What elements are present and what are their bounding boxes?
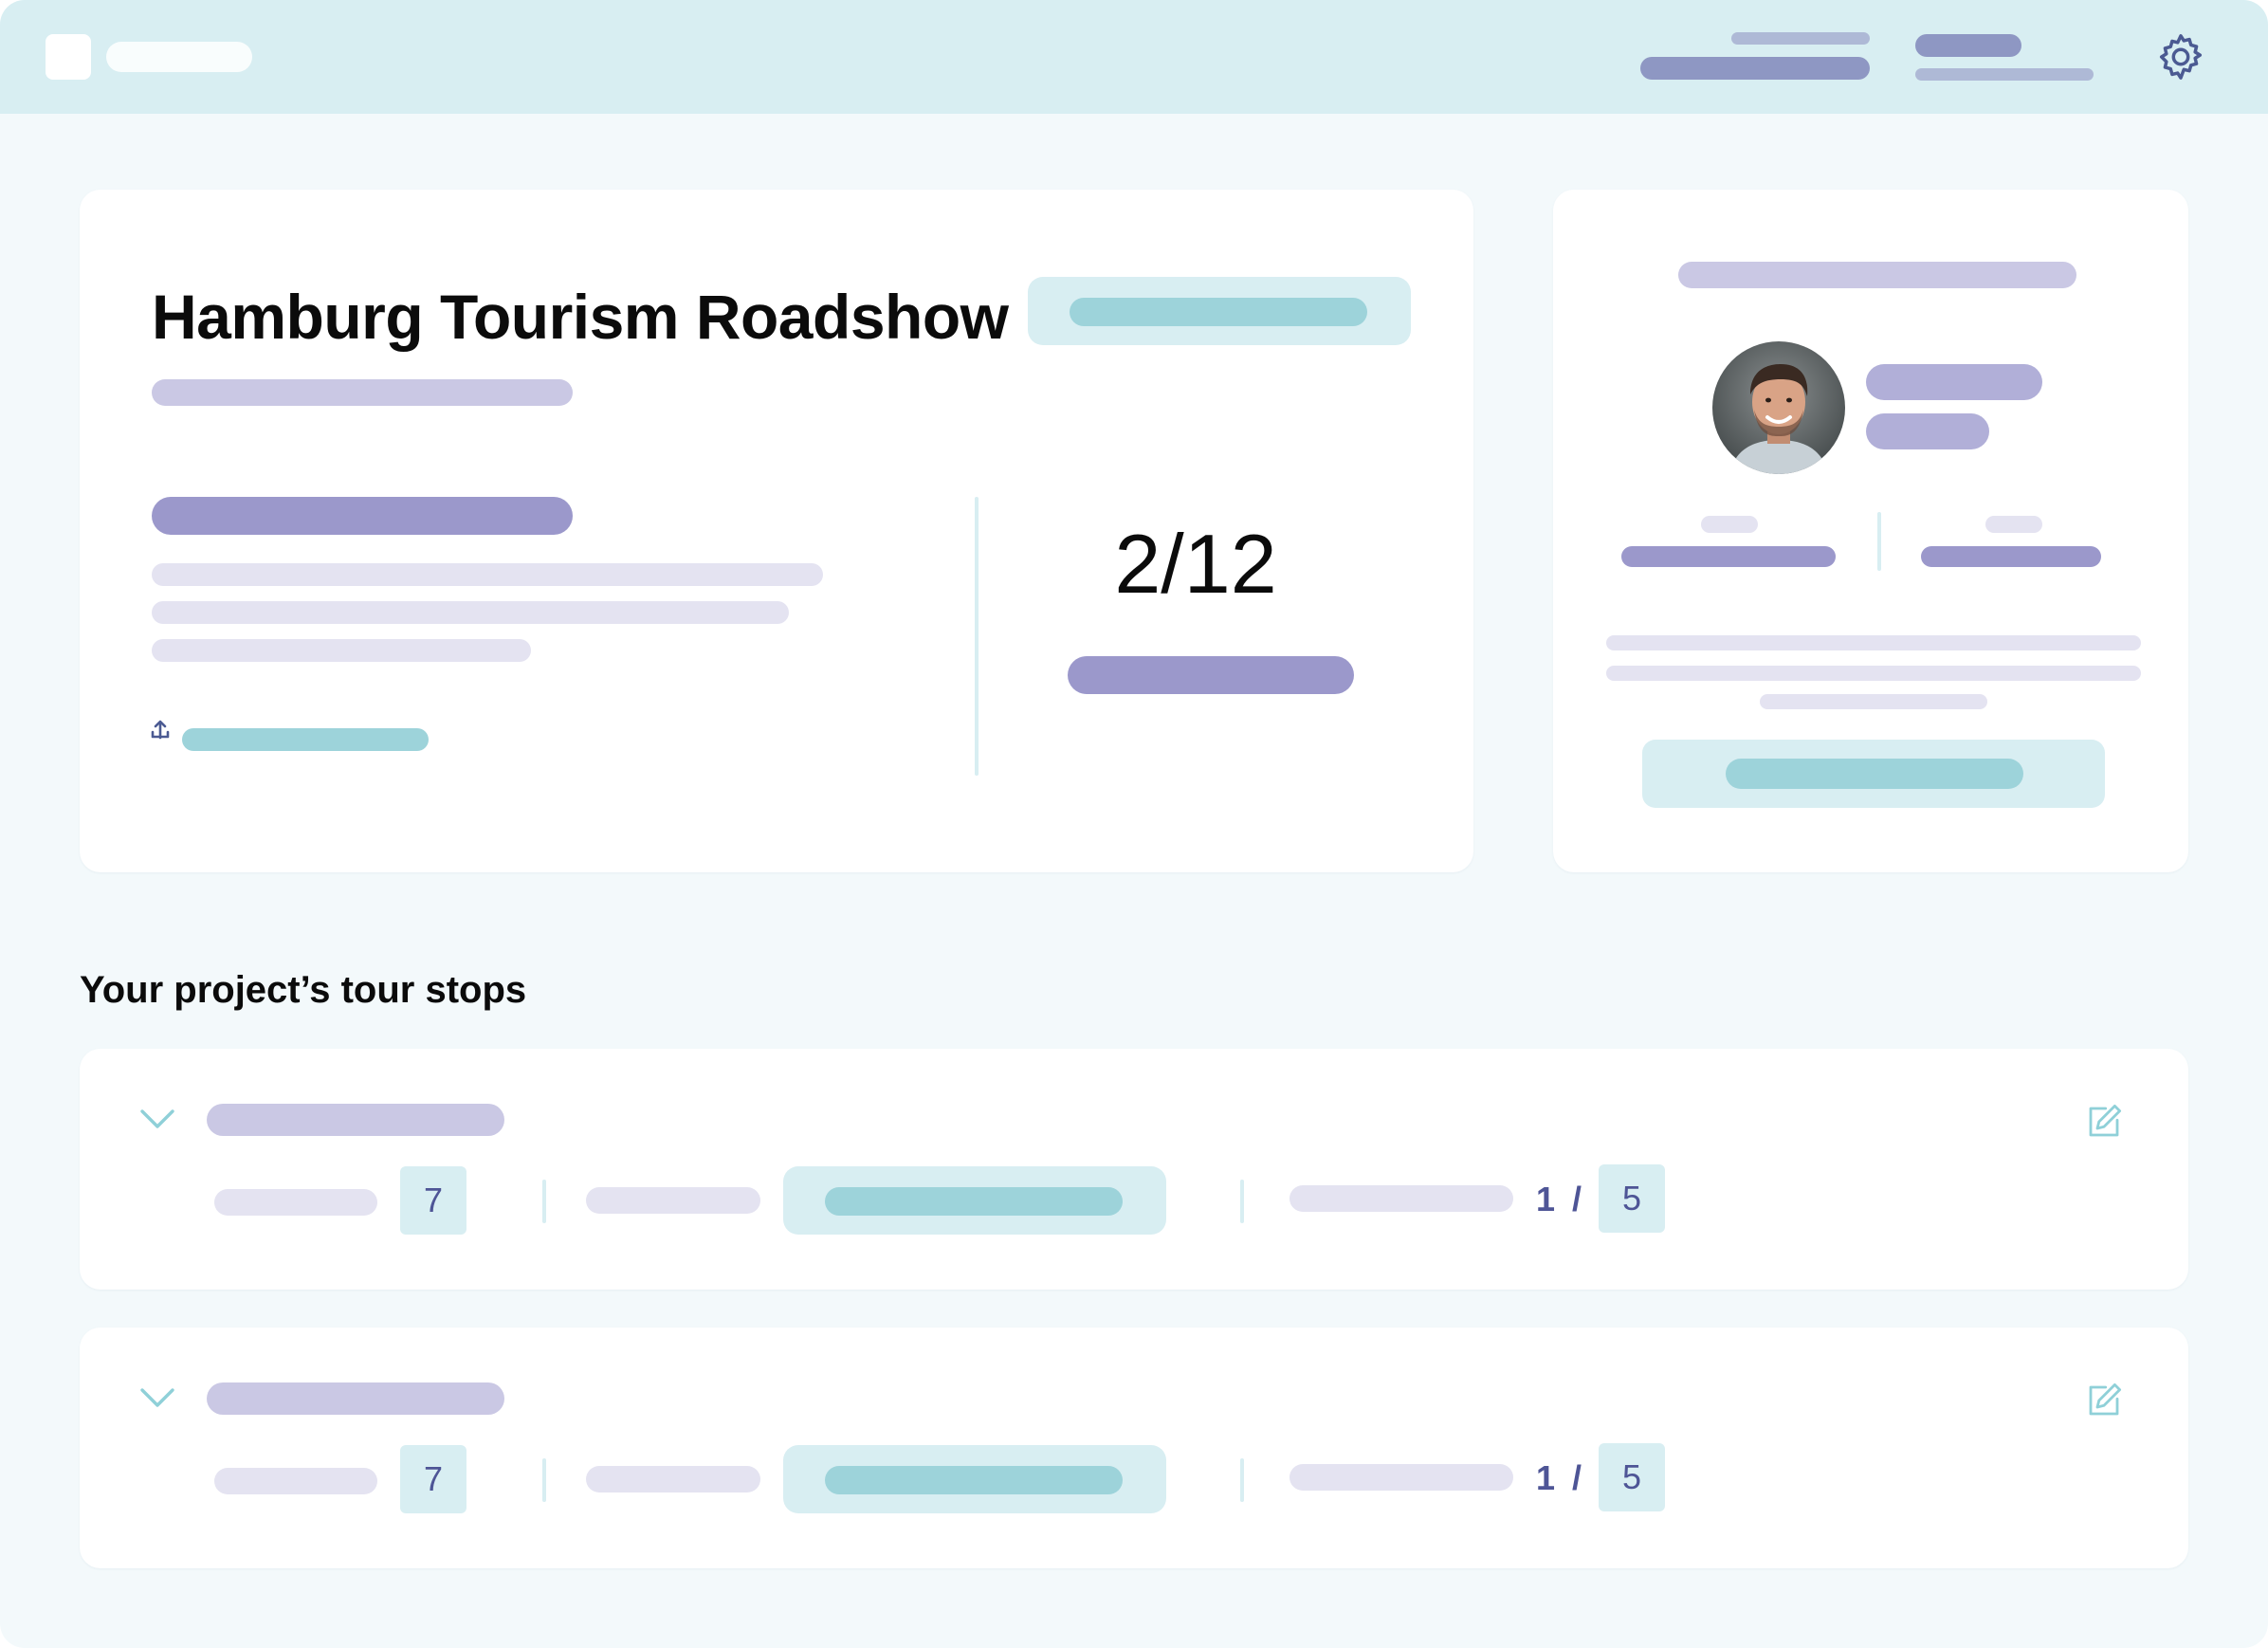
project-title: Hamburg Tourism Roadshow (152, 282, 1009, 352)
stop-count-label (214, 1468, 377, 1494)
contact-button[interactable] (1642, 740, 2105, 808)
status-badge-label (1070, 298, 1367, 326)
tour-stops-heading: Your project’s tour stops (80, 969, 527, 1011)
stat-1-value (1621, 546, 1836, 567)
stop-divider-1 (542, 1180, 546, 1223)
tour-stop-title-placeholder (207, 1382, 504, 1415)
section-heading-placeholder (152, 497, 573, 535)
stop-status-badge-label (825, 1187, 1123, 1216)
stop-status-label (586, 1466, 760, 1492)
app-name-placeholder (106, 42, 252, 72)
tour-stop-row: 7 1 / 5 (80, 1049, 2188, 1290)
stop-progress-total: 5 (1599, 1164, 1665, 1233)
anchor-icon (151, 720, 170, 740)
progress-count: 2/12 (1114, 517, 1277, 611)
stop-progress-separator: / (1572, 1180, 1582, 1218)
stat-divider (1877, 512, 1881, 571)
nav-item-1-subline (1731, 32, 1870, 45)
nav-item-2-subline (1915, 68, 2094, 81)
top-bar (0, 0, 2268, 114)
status-badge[interactable] (1028, 277, 1411, 345)
stop-status-badge[interactable] (783, 1166, 1166, 1235)
tour-stop-title-placeholder (207, 1104, 504, 1136)
description-line-3 (152, 639, 531, 662)
stop-status-badge-label (825, 1466, 1123, 1494)
stat-1-label (1701, 516, 1758, 533)
bio-line-2 (1606, 666, 2141, 681)
stop-progress-done: 1 (1536, 1458, 1556, 1497)
app-logo[interactable] (46, 34, 91, 80)
stop-status-badge[interactable] (783, 1445, 1166, 1513)
manager-card (1553, 190, 2188, 872)
manager-card-title-placeholder (1678, 262, 2076, 288)
nav-item-1[interactable] (1640, 57, 1870, 80)
card-divider (975, 497, 979, 776)
chevron-down-icon[interactable] (138, 1106, 176, 1130)
project-card: Hamburg Tourism Roadshow 2/12 (80, 190, 1473, 872)
stop-divider-1 (542, 1458, 546, 1502)
stop-status-label (586, 1187, 760, 1214)
stop-progress-label (1289, 1464, 1513, 1491)
manager-name-placeholder (1866, 364, 2042, 400)
progress-label-placeholder (1068, 656, 1354, 694)
gear-icon[interactable] (2154, 30, 2207, 83)
edit-icon[interactable] (2084, 1102, 2124, 1142)
description-line-1 (152, 563, 823, 586)
stop-progress-label (1289, 1185, 1513, 1212)
stop-count-value: 7 (400, 1166, 466, 1235)
project-subtitle-placeholder (152, 379, 573, 406)
description-line-2 (152, 601, 789, 624)
bio-line-1 (1606, 635, 2141, 650)
contact-button-label (1726, 759, 2023, 789)
stop-divider-2 (1240, 1180, 1244, 1223)
stop-count-value: 7 (400, 1445, 466, 1513)
project-link-placeholder[interactable] (182, 728, 429, 751)
bio-line-3 (1760, 694, 1987, 709)
stop-progress-total: 5 (1599, 1443, 1665, 1511)
stop-progress-done: 1 (1536, 1180, 1556, 1218)
edit-icon[interactable] (2084, 1381, 2124, 1420)
stat-2-label (1985, 516, 2042, 533)
app-window: Hamburg Tourism Roadshow 2/12 Your proje… (0, 0, 2268, 1648)
person-avatar (1712, 341, 1845, 474)
manager-role-placeholder (1866, 413, 1989, 449)
tour-stop-row: 7 1 / 5 (80, 1328, 2188, 1568)
nav-item-2[interactable] (1915, 34, 2021, 57)
chevron-down-icon[interactable] (138, 1384, 176, 1409)
stop-progress-separator: / (1572, 1458, 1582, 1497)
stat-2-value (1921, 546, 2101, 567)
stop-count-label (214, 1189, 377, 1216)
stop-divider-2 (1240, 1458, 1244, 1502)
